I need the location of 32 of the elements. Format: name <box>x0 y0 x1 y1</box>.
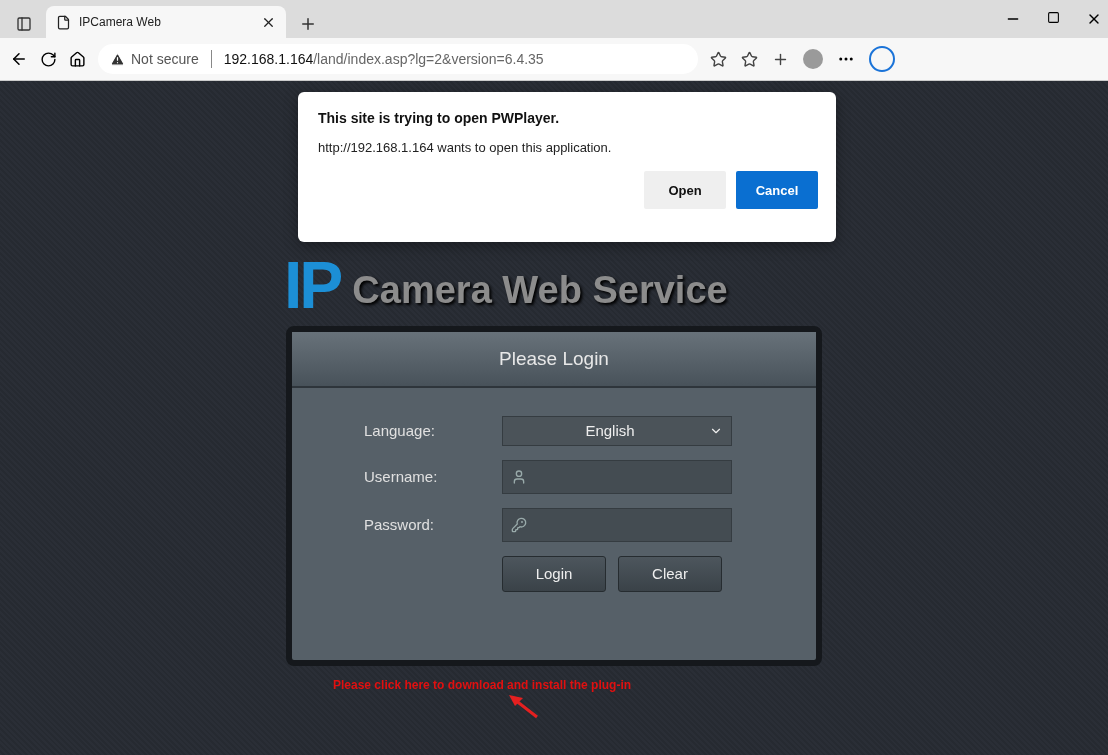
dialog-message: http://192.168.1.164 wants to open this application. <box>318 140 613 155</box>
dialog-button[interactable]: Cancel <box>736 171 818 209</box>
key-icon <box>511 516 527 533</box>
security-label: Not secure <box>131 51 199 67</box>
favorites-icon[interactable] <box>741 50 758 68</box>
logo-title: Camera Web Service <box>352 268 728 312</box>
user-icon <box>511 468 527 485</box>
field-label: Language: <box>364 422 436 440</box>
back-icon[interactable] <box>10 50 28 68</box>
tab-title: IPCamera Web <box>79 15 162 29</box>
dialog-button[interactable]: Open <box>644 171 726 209</box>
sidebar-logo-icon[interactable] <box>869 46 895 72</box>
warning-icon <box>110 51 125 67</box>
form-button[interactable]: Clear <box>618 555 722 592</box>
panel-title: Please Login <box>499 347 609 370</box>
field-label: Username: <box>364 468 439 486</box>
input-field[interactable] <box>502 507 732 542</box>
input-field[interactable] <box>502 459 732 494</box>
form-button[interactable]: Login <box>502 555 606 592</box>
address-bar[interactable]: Not secure 192.168.1.164/land/index.asp?lg=2&version=6.4.35 <box>98 44 698 74</box>
profile-avatar[interactable] <box>803 49 823 69</box>
page-icon <box>56 14 71 30</box>
dialog-title: This site is trying to open PWPlayer. <box>318 110 561 126</box>
field-label: Password: <box>364 516 436 534</box>
url-path: /land/index.asp?lg=2&version=6.4.35 <box>313 51 544 67</box>
language-select[interactable]: English <box>502 415 732 446</box>
maximize-icon[interactable] <box>1047 11 1060 24</box>
url-host: 192.168.1.164 <box>223 51 314 67</box>
refresh-icon[interactable] <box>40 50 57 68</box>
browser-tab[interactable]: IPCamera Web <box>46 6 286 38</box>
home-icon[interactable] <box>69 50 86 68</box>
logo-mark: IP <box>284 259 341 312</box>
